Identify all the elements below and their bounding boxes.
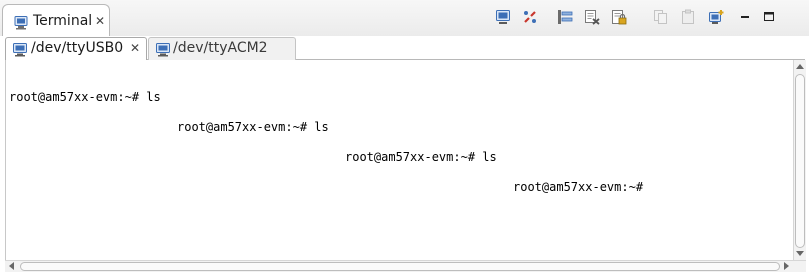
terminal-line: root@am57xx-evm:~# <box>513 180 644 194</box>
terminal-line: root@am57xx-evm:~# ls <box>345 150 497 164</box>
disconnect-icon[interactable] <box>522 9 542 29</box>
tab-ttyusb0[interactable]: /dev/ttyUSB0 ✕ <box>5 37 147 60</box>
vertical-scroll-thumb[interactable] <box>795 74 805 248</box>
connect-icon[interactable] <box>495 9 515 29</box>
tab-ttyacm2[interactable]: /dev/ttyACM2 <box>148 37 296 60</box>
scroll-left-arrow-icon[interactable] <box>9 262 14 270</box>
vertical-scrollbar[interactable] <box>793 60 806 260</box>
terminal-line: root@am57xx-evm:~# ls <box>177 120 329 134</box>
close-icon[interactable]: ✕ <box>130 41 140 55</box>
terminal-view-icon <box>13 15 29 34</box>
terminal-view-title: Terminal <box>33 13 93 29</box>
terminal-tab-icon <box>156 42 170 61</box>
terminal-line: root@am57xx-evm:~# ls <box>9 90 161 104</box>
clear-console-icon[interactable] <box>584 9 604 29</box>
view-toolbar <box>495 9 785 29</box>
settings-icon[interactable] <box>557 9 577 29</box>
paste-icon[interactable] <box>680 9 700 29</box>
tab-label: /dev/ttyUSB0 <box>31 40 124 56</box>
open-terminal-icon[interactable] <box>708 9 728 29</box>
close-icon[interactable]: ✕ <box>95 14 105 28</box>
view-header: Terminal ✕ <box>0 0 809 36</box>
horizontal-scrollbar[interactable] <box>5 260 806 272</box>
maximize-icon[interactable] <box>761 9 781 29</box>
terminal-output[interactable]: root@am57xx-evm:~# ls root@am57xx-evm:~#… <box>5 60 806 272</box>
terminal-view-tab[interactable]: Terminal ✕ <box>2 4 110 36</box>
horizontal-scroll-thumb[interactable] <box>20 262 780 271</box>
scroll-right-arrow-icon[interactable] <box>784 262 789 270</box>
terminal-tab-bar: /dev/ttyUSB0 ✕ /dev/ttyACM2 <box>5 37 805 60</box>
terminal-tab-icon <box>13 42 27 61</box>
tab-label: /dev/ttyACM2 <box>173 40 268 56</box>
scroll-up-arrow-icon[interactable] <box>796 64 804 69</box>
copy-icon[interactable] <box>653 9 673 29</box>
minimize-icon[interactable] <box>737 9 757 29</box>
scroll-lock-icon[interactable] <box>611 9 631 29</box>
scroll-down-arrow-icon[interactable] <box>796 251 804 256</box>
